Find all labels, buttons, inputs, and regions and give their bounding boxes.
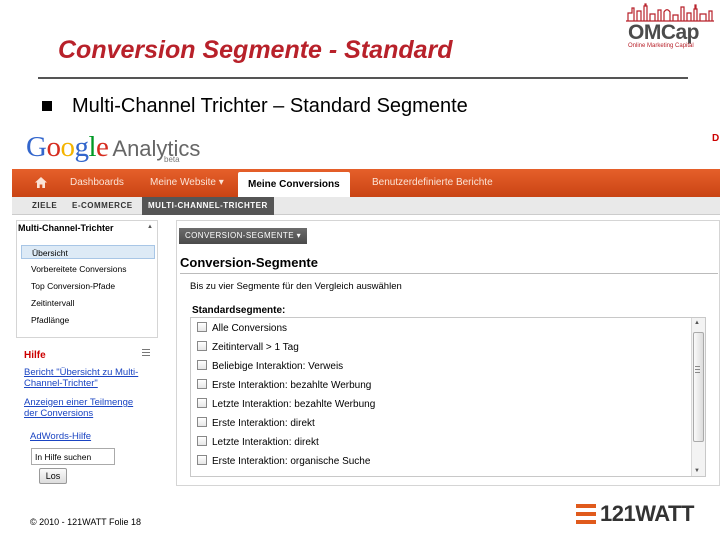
segment-option[interactable]: Zeitintervall > 1 Tag xyxy=(197,341,299,355)
title-divider xyxy=(38,77,688,79)
sidebar-item-vorbereitete-conversions[interactable]: Vorbereitete Conversions xyxy=(21,262,155,276)
sidebar-item-top-conversion-pfade[interactable]: Top Conversion-Pfade xyxy=(21,279,155,293)
help-link-adwords[interactable]: AdWords-Hilfe xyxy=(30,431,91,442)
segment-label: Erste Interaktion: organische Suche xyxy=(212,456,371,467)
checkbox[interactable] xyxy=(197,322,207,332)
nav-meine-conversions[interactable]: Meine Conversions xyxy=(238,172,350,197)
omcap-logo: OMCap Online Marketing Capital xyxy=(624,2,716,52)
segment-option[interactable]: Beliebige Interaktion: Verweis xyxy=(197,360,343,374)
segment-option[interactable]: Erste Interaktion: direkt xyxy=(197,417,315,431)
sidebar-item-uebersicht[interactable]: Übersicht xyxy=(21,245,155,259)
segment-option[interactable]: Erste Interaktion: organische Suche xyxy=(197,455,370,469)
home-icon[interactable] xyxy=(34,176,48,189)
beta-label: beta xyxy=(164,155,180,164)
segments-divider xyxy=(180,273,718,274)
help-title: Hilfe xyxy=(24,350,46,361)
segment-label: Erste Interaktion: bezahlte Werbung xyxy=(212,380,372,391)
checkbox[interactable] xyxy=(197,379,207,389)
analytics-wordmark: Analytics xyxy=(112,136,201,161)
checkbox[interactable] xyxy=(197,436,207,446)
slide-title: Conversion Segmente - Standard xyxy=(58,36,453,64)
menu-icon[interactable] xyxy=(142,349,150,357)
analytics-screenshot: Google Analytics beta D Dashboards Meine … xyxy=(12,128,720,486)
help-search-input[interactable]: In Hilfe suchen xyxy=(31,448,115,465)
checkbox[interactable] xyxy=(197,417,207,427)
checkbox[interactable] xyxy=(197,341,207,351)
help-search-button[interactable]: Los xyxy=(39,468,67,484)
scroll-down-icon[interactable]: ▼ xyxy=(694,468,700,474)
sidebar-item-zeitintervall[interactable]: Zeitintervall xyxy=(21,296,155,310)
checkbox[interactable] xyxy=(197,455,207,465)
checkbox[interactable] xyxy=(197,360,207,370)
segment-option[interactable]: Letzte Interaktion: bezahlte Werbung xyxy=(197,398,375,412)
tab-ziele[interactable]: ZIELE xyxy=(32,197,57,215)
omcap-tagline: Online Marketing Capital xyxy=(628,43,694,49)
tab-e-commerce[interactable]: E-COMMERCE xyxy=(72,197,133,215)
checkbox[interactable] xyxy=(197,398,207,408)
google-letter: G xyxy=(26,131,47,163)
segments-title: Conversion-Segmente xyxy=(180,255,318,270)
scroll-thumb[interactable] xyxy=(693,332,704,442)
slide-footer: © 2010 - 121WATT Folie 18 xyxy=(30,517,142,527)
121watt-wordmark: 121WATT xyxy=(600,501,694,526)
segments-subtitle: Bis zu vier Segmente für den Vergleich a… xyxy=(190,281,402,292)
google-letter: o xyxy=(60,131,75,163)
sidebar-header: Multi-Channel-Trichter xyxy=(18,223,114,233)
segment-list: Alle Conversions Zeitintervall > 1 Tag B… xyxy=(190,317,706,477)
omcap-wordmark: OMCap xyxy=(628,21,700,44)
segment-label: Zeitintervall > 1 Tag xyxy=(212,342,299,353)
tab-multi-channel-trichter[interactable]: MULTI-CHANNEL-TRICHTER xyxy=(142,197,274,215)
google-letter: o xyxy=(46,131,61,163)
segment-label: Letzte Interaktion: bezahlte Werbung xyxy=(212,399,376,410)
help-link-teilmenge-line1[interactable]: Anzeigen einer Teilmenge xyxy=(24,397,133,408)
nav-dashboards[interactable]: Dashboards xyxy=(70,169,124,197)
corner-mark: D xyxy=(712,133,720,144)
help-link-teilmenge-line2[interactable]: der Conversions xyxy=(24,408,93,419)
main-nav: Dashboards Meine Website ▾ Meine Convers… xyxy=(12,169,720,197)
segment-option[interactable]: Erste Interaktion: bezahlte Werbung xyxy=(197,379,371,393)
help-box: Hilfe Bericht "Übersicht zu Multi- Chann… xyxy=(16,342,158,486)
nav-meine-website[interactable]: Meine Website ▾ xyxy=(150,169,224,197)
scroll-up-icon[interactable]: ▲ xyxy=(694,320,700,326)
sidebar: Multi-Channel-Trichter ▲ Übersicht Vorbe… xyxy=(16,220,158,338)
sidebar-item-pfadlaenge[interactable]: Pfadlänge xyxy=(21,313,155,327)
google-letter: e xyxy=(96,131,109,163)
segment-label: Beliebige Interaktion: Verweis xyxy=(212,361,344,372)
segment-list-scrollbar[interactable]: ▲ ▼ xyxy=(691,318,705,476)
nav-benutzerdefinierte-berichte[interactable]: Benutzerdefinierte Berichte xyxy=(372,169,493,197)
segment-option[interactable]: Letzte Interaktion: direkt xyxy=(197,436,319,450)
segment-option[interactable]: Alle Conversions xyxy=(197,322,287,336)
help-link-uebersicht-line2[interactable]: Channel-Trichter" xyxy=(24,378,98,389)
segment-label: Letzte Interaktion: direkt xyxy=(212,437,319,448)
google-letter: g xyxy=(74,131,89,163)
sub-nav: ZIELE E-COMMERCE MULTI-CHANNEL-TRICHTER xyxy=(12,197,720,215)
standard-segments-label: Standardsegmente: xyxy=(192,305,286,316)
google-letter: l xyxy=(88,131,97,163)
watt-stripes-icon xyxy=(576,504,596,524)
google-wordmark: Google xyxy=(26,131,109,163)
bullet-text: Multi-Channel Trichter – Standard Segmen… xyxy=(72,95,468,117)
segment-label: Erste Interaktion: direkt xyxy=(212,418,315,429)
skyline-icon xyxy=(626,3,714,22)
collapse-icon[interactable]: ▲ xyxy=(147,224,153,230)
conversion-segments-panel: CONVERSION-SEGMENTE ▾ Conversion-Segment… xyxy=(176,220,720,486)
segment-label: Alle Conversions xyxy=(212,323,288,334)
bullet-square-icon xyxy=(42,101,52,111)
conversion-segments-dropdown[interactable]: CONVERSION-SEGMENTE ▾ xyxy=(179,228,307,244)
help-link-uebersicht-line1[interactable]: Bericht "Übersicht zu Multi- xyxy=(24,367,138,378)
grip-icon xyxy=(695,366,700,375)
